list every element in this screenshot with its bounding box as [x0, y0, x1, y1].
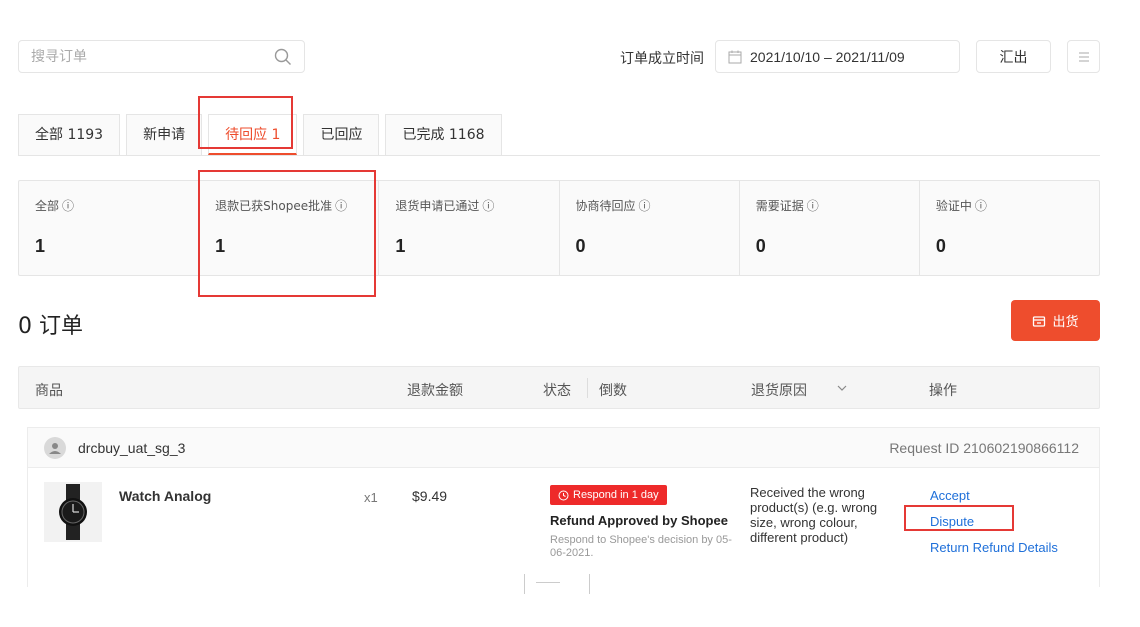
tab-underline — [18, 155, 1100, 156]
product-quantity: x1 — [364, 490, 378, 505]
search-icon[interactable] — [274, 48, 292, 66]
col-reason[interactable]: 退货原因 — [751, 380, 807, 400]
stat-value: 0 — [935, 236, 946, 256]
list-menu-button[interactable] — [1067, 40, 1100, 73]
pagination-indicator — [536, 582, 560, 583]
export-button[interactable]: 汇出 — [976, 40, 1051, 73]
dispute-highlight-box — [904, 505, 1014, 531]
product-name[interactable]: Watch Analog — [119, 488, 211, 504]
stat-highlight-box — [198, 170, 376, 297]
stat-value: 0 — [755, 236, 766, 256]
stats-panel: 全部 ⓘ 1 退款已获Shopee批准 ⓘ 1 退货申请已通过 ⓘ 1 协商待回应 ⓘ … — [18, 180, 1100, 276]
tab-highlight-box — [198, 96, 293, 149]
ship-button-label: 出货 — [1052, 315, 1079, 330]
ship-button[interactable]: 出货 — [1011, 300, 1100, 341]
return-refund-details-link[interactable]: Return Refund Details — [930, 540, 1058, 555]
stat-value: 0 — [575, 236, 586, 256]
status-note: Respond to Shopee's decision by 05-06-20… — [550, 534, 732, 559]
clock-icon — [558, 490, 569, 500]
chevron-down-icon[interactable] — [837, 384, 847, 392]
stat-label: 协商待回应 — [575, 199, 636, 213]
stat-value: 1 — [395, 236, 406, 256]
help-icon: ⓘ — [62, 199, 75, 213]
table-header: 商品 退款金额 状态 倒数 退货原因 操作 — [18, 366, 1100, 409]
tab-completed[interactable]: 已完成 1168 — [385, 114, 502, 155]
pagination[interactable] — [524, 574, 590, 594]
buyer-username[interactable]: drcbuy_uat_sg_3 — [78, 440, 185, 456]
help-icon: ⓘ — [482, 199, 495, 213]
return-reason: Received the wrong product(s) (e.g. wron… — [750, 485, 878, 545]
search-input[interactable] — [19, 41, 259, 72]
order-card-header: drcbuy_uat_sg_3 Request ID 2106021908661… — [28, 428, 1099, 468]
col-product: 商品 — [35, 383, 63, 399]
help-icon: ⓘ — [806, 199, 819, 213]
stat-verifying[interactable]: 验证中 ⓘ 0 — [920, 181, 1099, 275]
refund-amount: $9.49 — [412, 488, 448, 504]
request-id: Request ID 210602190866112 — [889, 440, 1079, 456]
ship-icon — [1033, 315, 1046, 327]
help-icon: ⓘ — [638, 199, 651, 213]
col-countdown[interactable]: 倒数 — [599, 380, 627, 400]
stat-label: 验证中 — [935, 199, 972, 213]
stat-negotiation[interactable]: 协商待回应 ⓘ 0 — [560, 181, 740, 275]
help-icon: ⓘ — [974, 199, 987, 213]
col-status[interactable]: 状态 — [543, 380, 571, 400]
col-refund-amount: 退款金额 — [407, 383, 463, 399]
col-actions: 操作 — [929, 383, 957, 399]
date-range-picker[interactable]: 2021/10/10 – 2021/11/09 — [715, 40, 960, 73]
stat-all[interactable]: 全部 ⓘ 1 — [19, 181, 200, 275]
respond-badge-label: Respond in 1 day — [573, 489, 659, 501]
calendar-icon — [728, 50, 742, 63]
tab-all[interactable]: 全部 1193 — [18, 114, 121, 155]
tab-responded[interactable]: 已回应 — [303, 114, 380, 155]
stat-label: 全部 — [35, 199, 60, 213]
col-divider — [587, 378, 588, 398]
date-range-value: 2021/10/10 – 2021/11/09 — [750, 48, 905, 65]
menu-icon — [1078, 52, 1089, 61]
respond-deadline-badge: Respond in 1 day — [550, 485, 667, 505]
stat-evidence-needed[interactable]: 需要证据 ⓘ 0 — [740, 181, 920, 275]
stat-value: 1 — [35, 236, 46, 256]
tab-new-request[interactable]: 新申请 — [126, 114, 203, 155]
status-title: Refund Approved by Shopee — [550, 513, 728, 528]
date-filter-label: 订单成立时间 — [620, 51, 704, 67]
stat-label: 需要证据 — [755, 199, 804, 213]
watch-icon — [59, 484, 87, 540]
search-box[interactable] — [18, 40, 305, 73]
stat-return-approved[interactable]: 退货申请已通过 ⓘ 1 — [379, 181, 560, 275]
orders-count-title: 0 订单 — [18, 314, 83, 339]
user-icon — [49, 443, 61, 454]
accept-link[interactable]: Accept — [930, 488, 970, 503]
product-image[interactable] — [44, 482, 102, 542]
avatar[interactable] — [44, 437, 66, 459]
stat-label: 退货申请已通过 — [395, 199, 480, 213]
